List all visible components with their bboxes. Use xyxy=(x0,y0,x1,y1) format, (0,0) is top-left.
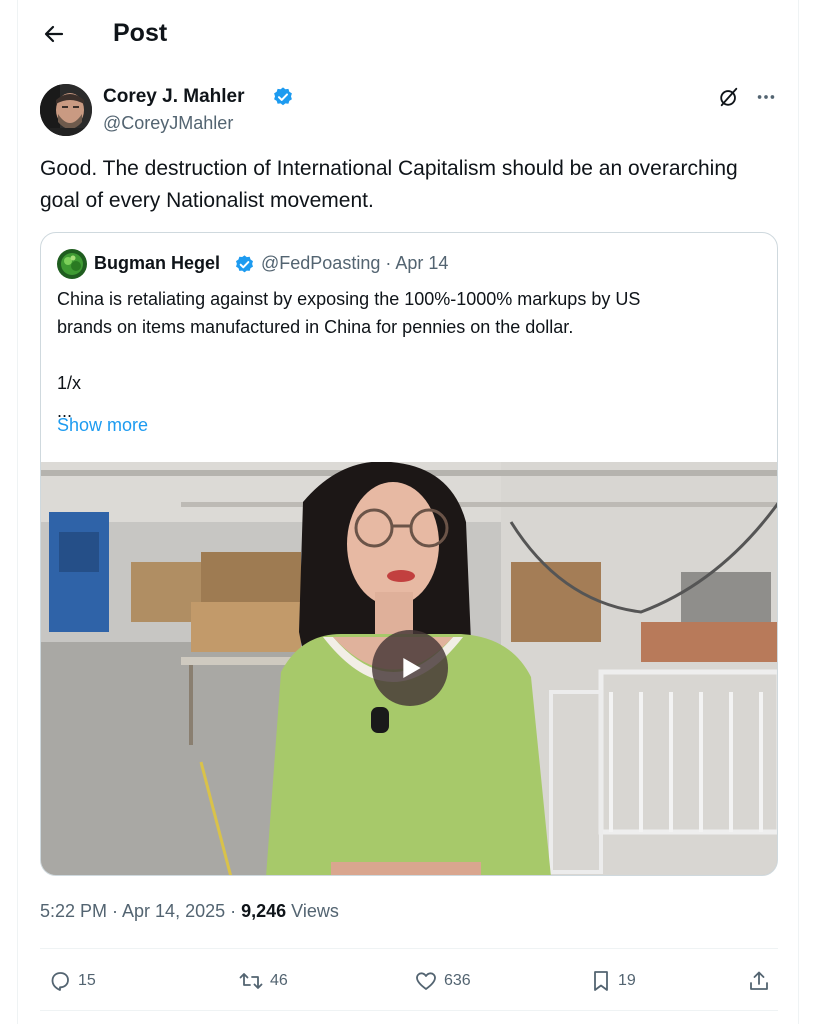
arrow-left-icon xyxy=(44,25,64,43)
quoted-text-line: 1/x xyxy=(57,373,82,393)
author-display-name[interactable]: Corey J. Mahler xyxy=(103,86,245,108)
quoted-text-line: brands on items manufactured in China fo… xyxy=(57,317,574,337)
bookmark-icon xyxy=(594,971,608,991)
share-button[interactable] xyxy=(747,960,771,1002)
share-icon xyxy=(750,971,768,990)
repost-count: 46 xyxy=(270,972,288,989)
more-icon xyxy=(757,95,775,99)
divider xyxy=(40,1010,778,1011)
post-timestamp: 5:22 PM · Apr 14, 2025 · 9,246 Views xyxy=(40,901,339,922)
grok-button[interactable] xyxy=(716,84,742,110)
avatar-image xyxy=(40,84,92,136)
play-button[interactable] xyxy=(372,630,448,706)
back-button[interactable] xyxy=(36,16,72,52)
grok-icon xyxy=(720,87,738,107)
like-button[interactable]: 636 xyxy=(414,960,471,1002)
post-author: Corey J. Mahler @CoreyJMahler xyxy=(40,84,780,140)
views-count: 9,246 xyxy=(241,901,287,921)
action-bar: 15 46 636 19 xyxy=(40,960,778,1002)
reply-button[interactable]: 15 xyxy=(48,960,96,1002)
quoted-verified-badge-icon xyxy=(234,254,255,275)
quoted-handle-date: @FedPoasting · Apr 14 xyxy=(261,253,449,273)
show-more-link[interactable]: Show more xyxy=(57,415,148,436)
like-count: 636 xyxy=(444,972,471,989)
video-thumbnail[interactable] xyxy=(41,462,777,875)
repost-button[interactable]: 46 xyxy=(238,960,288,1002)
bookmark-count: 19 xyxy=(618,972,636,989)
more-options-button[interactable] xyxy=(752,84,780,110)
quoted-avatar[interactable] xyxy=(57,249,87,279)
bookmark-button[interactable]: 19 xyxy=(590,960,636,1002)
quoted-author-name: Bugman Hegel xyxy=(94,253,221,273)
views-label: Views xyxy=(286,901,339,921)
quoted-avatar-image xyxy=(57,249,87,279)
avatar[interactable] xyxy=(40,84,92,136)
quoted-text-line: ... xyxy=(57,401,73,421)
post-detail-column: Post Corey J. Mahler @CoreyJMahler Good.… xyxy=(17,0,799,1024)
play-icon xyxy=(403,658,421,678)
page-title: Post xyxy=(113,19,168,47)
quoted-text-line: China is retaliating against by exposing… xyxy=(57,289,641,309)
heart-icon xyxy=(416,972,436,990)
verified-badge-icon xyxy=(272,86,294,108)
post-text: Good. The destruction of International C… xyxy=(40,157,738,212)
quoted-post[interactable]: Bugman Hegel @FedPoasting · Apr 14 China… xyxy=(40,232,778,876)
quoted-text-line xyxy=(57,341,757,369)
divider xyxy=(40,948,778,949)
repost-icon xyxy=(239,973,263,989)
reply-icon xyxy=(51,972,69,991)
reply-count: 15 xyxy=(78,972,96,989)
quoted-text: China is retaliating against by exposing… xyxy=(57,285,757,425)
author-handle[interactable]: @CoreyJMahler xyxy=(103,113,233,134)
timestamp-text[interactable]: 5:22 PM · Apr 14, 2025 · xyxy=(40,901,241,921)
header: Post xyxy=(18,0,800,70)
